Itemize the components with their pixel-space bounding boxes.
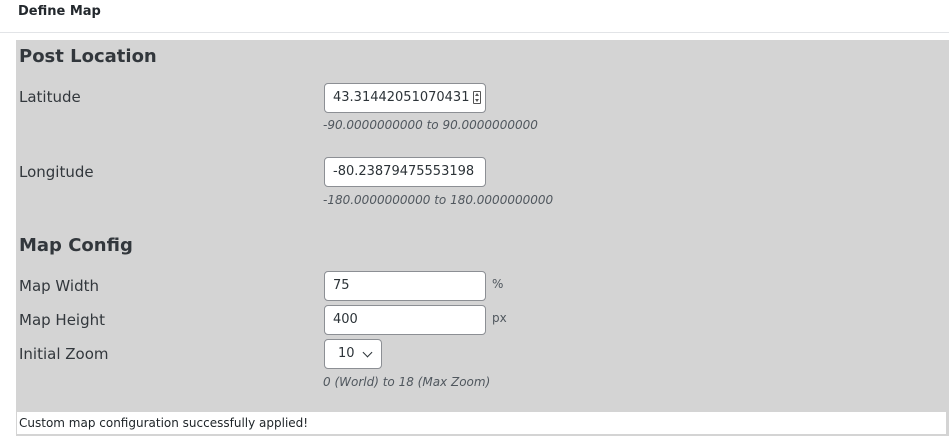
- map-height-unit: px: [492, 311, 507, 325]
- map-width-value: 75: [333, 278, 350, 293]
- latitude-label: Latitude: [19, 88, 81, 106]
- longitude-range-hint: -180.0000000000 to 180.0000000000: [323, 193, 554, 207]
- longitude-label: Longitude: [19, 163, 94, 181]
- metabox-title: Define Map: [18, 4, 101, 19]
- map-height-input[interactable]: 400: [324, 305, 486, 335]
- longitude-input[interactable]: -80.23879475553198: [324, 157, 486, 187]
- map-config-heading: Map Config: [19, 235, 133, 256]
- initial-zoom-select[interactable]: 10: [324, 339, 382, 369]
- metabox-header: Define Map: [0, 0, 949, 33]
- post-location-heading: Post Location: [19, 46, 157, 67]
- map-height-label: Map Height: [19, 311, 106, 329]
- zoom-range-hint: 0 (World) to 18 (Max Zoom): [323, 375, 491, 389]
- latitude-range-hint: -90.0000000000 to 90.0000000000: [323, 118, 538, 132]
- chevron-down-icon: [362, 347, 373, 358]
- initial-zoom-label: Initial Zoom: [19, 345, 109, 363]
- spinner-icon[interactable]: [473, 91, 481, 104]
- map-width-unit: %: [492, 277, 504, 291]
- initial-zoom-value: 10: [338, 346, 355, 361]
- latitude-input[interactable]: 43.31442051070431: [324, 83, 486, 113]
- map-width-label: Map Width: [19, 277, 100, 295]
- longitude-value: -80.23879475553198: [333, 164, 475, 179]
- map-height-value: 400: [333, 312, 358, 327]
- map-width-input[interactable]: 75: [324, 271, 486, 301]
- success-notice: Custom map configuration successfully ap…: [17, 412, 946, 434]
- map-settings-panel: Post Location Latitude 43.31442051070431…: [16, 40, 949, 436]
- latitude-value: 43.31442051070431: [333, 90, 470, 105]
